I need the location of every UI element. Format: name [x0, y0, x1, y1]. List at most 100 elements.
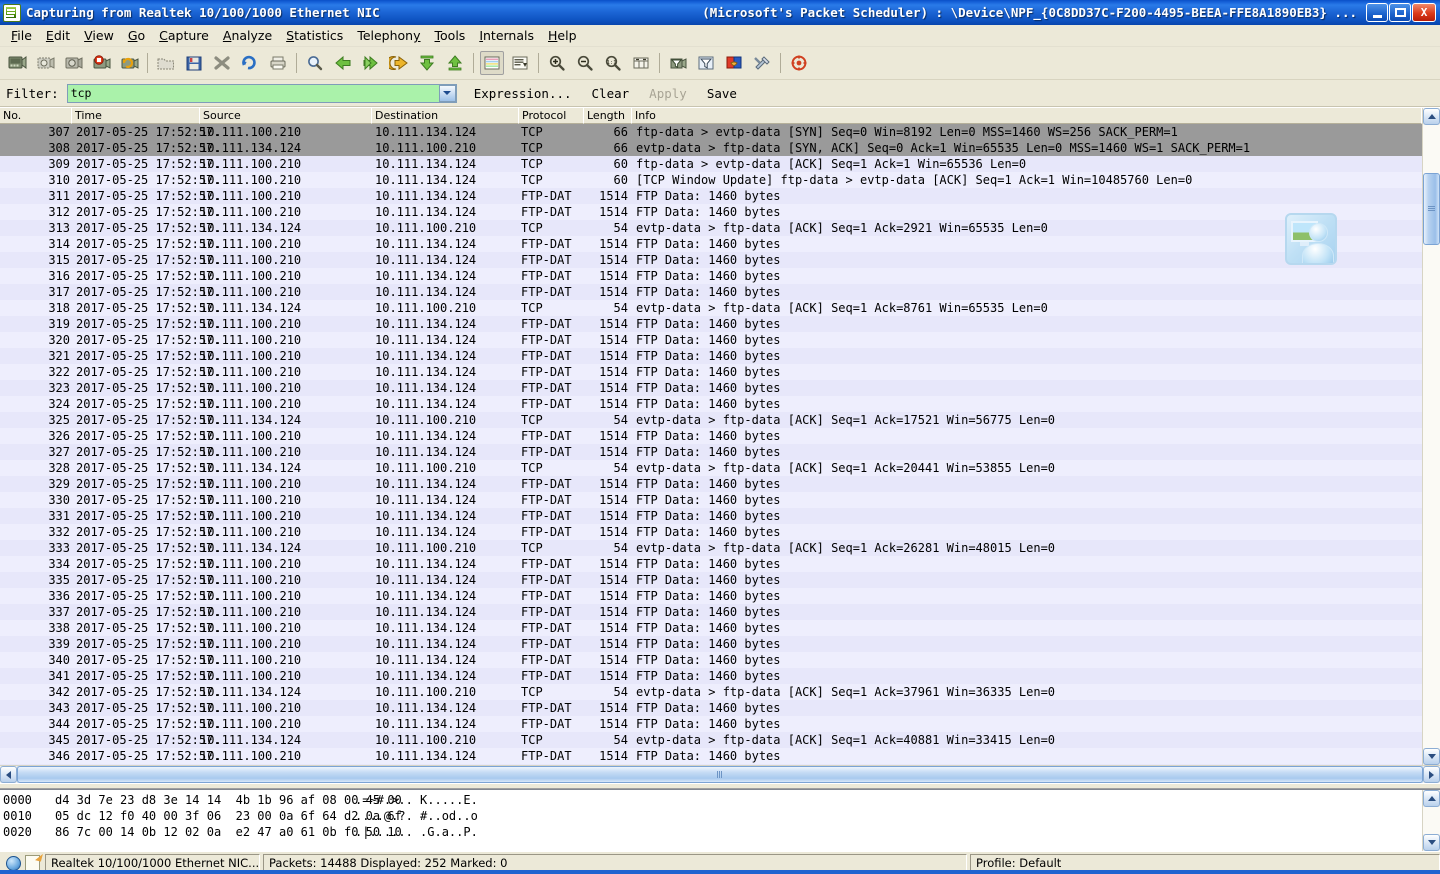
capture-options-icon[interactable]	[33, 51, 57, 75]
column-header-info[interactable]: Info	[632, 108, 1422, 124]
go-to-packet-icon[interactable]	[387, 51, 411, 75]
print-icon[interactable]	[266, 51, 290, 75]
packet-row[interactable]: 307 2017-05-25 17:52:57. 10.111.100.210 10.…	[0, 124, 1422, 140]
scroll-right-button[interactable]	[1423, 766, 1440, 783]
packet-row[interactable]: 319 2017-05-25 17:52:57. 10.111.100.210 10.…	[0, 316, 1422, 332]
packet-row[interactable]: 335 2017-05-25 17:52:57. 10.111.100.210 10.…	[0, 572, 1422, 588]
go-back-icon[interactable]	[331, 51, 355, 75]
packet-row[interactable]: 337 2017-05-25 17:52:57. 10.111.100.210 10.…	[0, 604, 1422, 620]
filter-clear-button[interactable]: Clear	[589, 85, 633, 102]
column-header-protocol[interactable]: Protocol	[519, 108, 584, 124]
column-header-source[interactable]: Source	[200, 108, 372, 124]
packet-row[interactable]: 324 2017-05-25 17:52:57. 10.111.100.210 10.…	[0, 396, 1422, 412]
expert-info-icon[interactable]	[6, 855, 21, 871]
auto-scroll-icon[interactable]	[508, 51, 532, 75]
filter-input[interactable]	[67, 83, 456, 103]
packet-row[interactable]: 345 2017-05-25 17:52:57. 10.111.134.124 10.…	[0, 732, 1422, 748]
packet-row[interactable]: 336 2017-05-25 17:52:57. 10.111.100.210 10.…	[0, 588, 1422, 604]
close-button[interactable]: X	[1412, 3, 1436, 22]
zoom-reset-icon[interactable]: 1:1	[601, 51, 625, 75]
zoom-out-icon[interactable]	[573, 51, 597, 75]
horizontal-scroll-track[interactable]	[17, 766, 1423, 783]
minimize-button[interactable]	[1366, 3, 1388, 22]
menu-capture[interactable]: Capture	[152, 26, 216, 45]
resize-columns-icon[interactable]	[629, 51, 653, 75]
packet-row[interactable]: 312 2017-05-25 17:52:57. 10.111.100.210 10.…	[0, 204, 1422, 220]
packet-row[interactable]: 338 2017-05-25 17:52:57. 10.111.100.210 10.…	[0, 620, 1422, 636]
filter-input-wrapper[interactable]	[66, 83, 457, 103]
go-to-last-icon[interactable]	[443, 51, 467, 75]
menu-analyze[interactable]: Analyze	[216, 26, 279, 45]
go-to-first-icon[interactable]	[415, 51, 439, 75]
scroll-up-button[interactable]	[1423, 108, 1440, 125]
menu-statistics[interactable]: Statistics	[279, 26, 350, 45]
packet-row[interactable]: 309 2017-05-25 17:52:57. 10.111.100.210 10.…	[0, 156, 1422, 172]
menu-telephony[interactable]: Telephony	[350, 26, 427, 45]
packet-row[interactable]: 322 2017-05-25 17:52:57. 10.111.100.210 10.…	[0, 364, 1422, 380]
capture-filters-icon[interactable]	[666, 51, 690, 75]
packet-row[interactable]: 326 2017-05-25 17:52:57. 10.111.100.210 10.…	[0, 428, 1422, 444]
horizontal-scroll-thumb[interactable]	[17, 766, 1423, 783]
packet-list-horizontal-scrollbar[interactable]	[0, 765, 1440, 783]
menu-internals[interactable]: Internals	[472, 26, 541, 45]
packet-row[interactable]: 343 2017-05-25 17:52:57. 10.111.100.210 10.…	[0, 700, 1422, 716]
packet-row[interactable]: 340 2017-05-25 17:52:57. 10.111.100.210 10.…	[0, 652, 1422, 668]
stop-capture-icon[interactable]	[89, 51, 113, 75]
hex-dump[interactable]: 0000 d4 3d 7e 23 d8 3e 14 14 4b 1b 96 af …	[0, 790, 1422, 851]
hex-scroll-up-button[interactable]	[1423, 790, 1440, 807]
hex-vertical-scrollbar[interactable]	[1422, 790, 1440, 851]
packet-row[interactable]: 339 2017-05-25 17:52:57. 10.111.100.210 10.…	[0, 636, 1422, 652]
hex-scroll-down-button[interactable]	[1423, 834, 1440, 851]
menu-file[interactable]: File	[4, 26, 39, 45]
restart-capture-icon[interactable]	[117, 51, 141, 75]
go-forward-icon[interactable]	[359, 51, 383, 75]
menu-go[interactable]: Go	[121, 26, 152, 45]
packet-row[interactable]: 315 2017-05-25 17:52:57. 10.111.100.210 10.…	[0, 252, 1422, 268]
reload-icon[interactable]	[238, 51, 262, 75]
filter-apply-button[interactable]: Apply	[646, 85, 690, 102]
vertical-scroll-thumb[interactable]	[1423, 173, 1440, 245]
column-header-length[interactable]: Length	[584, 108, 632, 124]
packet-row[interactable]: 329 2017-05-25 17:52:57. 10.111.100.210 10.…	[0, 476, 1422, 492]
chevron-down-icon[interactable]	[438, 84, 456, 102]
zoom-in-icon[interactable]	[545, 51, 569, 75]
packet-row[interactable]: 314 2017-05-25 17:52:57. 10.111.100.210 10.…	[0, 236, 1422, 252]
column-header-no[interactable]: No.	[0, 108, 72, 124]
open-file-icon[interactable]	[154, 51, 178, 75]
packet-row[interactable]: 308 2017-05-25 17:52:57. 10.111.134.124 10.…	[0, 140, 1422, 156]
capture-file-comment-icon[interactable]	[25, 855, 40, 871]
filter-save-button[interactable]: Save	[704, 85, 740, 102]
find-packet-icon[interactable]	[303, 51, 327, 75]
packet-list-vertical-scrollbar[interactable]	[1422, 108, 1440, 765]
packet-row[interactable]: 317 2017-05-25 17:52:57. 10.111.100.210 10.…	[0, 284, 1422, 300]
colorize-icon[interactable]	[480, 51, 504, 75]
packet-row[interactable]: 331 2017-05-25 17:52:57. 10.111.100.210 10.…	[0, 508, 1422, 524]
scroll-left-button[interactable]	[0, 766, 17, 783]
maximize-button[interactable]	[1389, 3, 1411, 22]
packet-row[interactable]: 334 2017-05-25 17:52:57. 10.111.100.210 10.…	[0, 556, 1422, 572]
display-filters-icon[interactable]	[694, 51, 718, 75]
menu-edit[interactable]: Edit	[39, 26, 77, 45]
column-header-destination[interactable]: Destination	[372, 108, 519, 124]
menu-help[interactable]: Help	[541, 26, 584, 45]
save-file-icon[interactable]	[182, 51, 206, 75]
menu-tools[interactable]: Tools	[428, 26, 473, 45]
packet-row[interactable]: 330 2017-05-25 17:52:57. 10.111.100.210 10.…	[0, 492, 1422, 508]
packet-row[interactable]: 341 2017-05-25 17:52:57. 10.111.100.210 10.…	[0, 668, 1422, 684]
preferences-icon[interactable]	[750, 51, 774, 75]
packet-row[interactable]: 325 2017-05-25 17:52:57. 10.111.134.124 10.…	[0, 412, 1422, 428]
vertical-scroll-track[interactable]	[1423, 125, 1440, 748]
menu-view[interactable]: View	[77, 26, 121, 45]
packet-row[interactable]: 342 2017-05-25 17:52:57. 10.111.134.124 10.…	[0, 684, 1422, 700]
packet-row[interactable]: 321 2017-05-25 17:52:57. 10.111.100.210 10.…	[0, 348, 1422, 364]
help-contents-icon[interactable]	[787, 51, 811, 75]
packet-row[interactable]: 313 2017-05-25 17:52:57. 10.111.134.124 10.…	[0, 220, 1422, 236]
packet-row[interactable]: 346 2017-05-25 17:52:57. 10.111.100.210 10.…	[0, 748, 1422, 764]
coloring-rules-icon[interactable]	[722, 51, 746, 75]
packet-row[interactable]: 311 2017-05-25 17:52:57. 10.111.100.210 10.…	[0, 188, 1422, 204]
packet-row[interactable]: 332 2017-05-25 17:52:57. 10.111.100.210 10.…	[0, 524, 1422, 540]
packet-row[interactable]: 316 2017-05-25 17:52:57. 10.111.100.210 10.…	[0, 268, 1422, 284]
packet-row[interactable]: 333 2017-05-25 17:52:57. 10.111.134.124 10.…	[0, 540, 1422, 556]
packet-row[interactable]: 323 2017-05-25 17:52:57. 10.111.100.210 10.…	[0, 380, 1422, 396]
scroll-down-button[interactable]	[1423, 748, 1440, 765]
